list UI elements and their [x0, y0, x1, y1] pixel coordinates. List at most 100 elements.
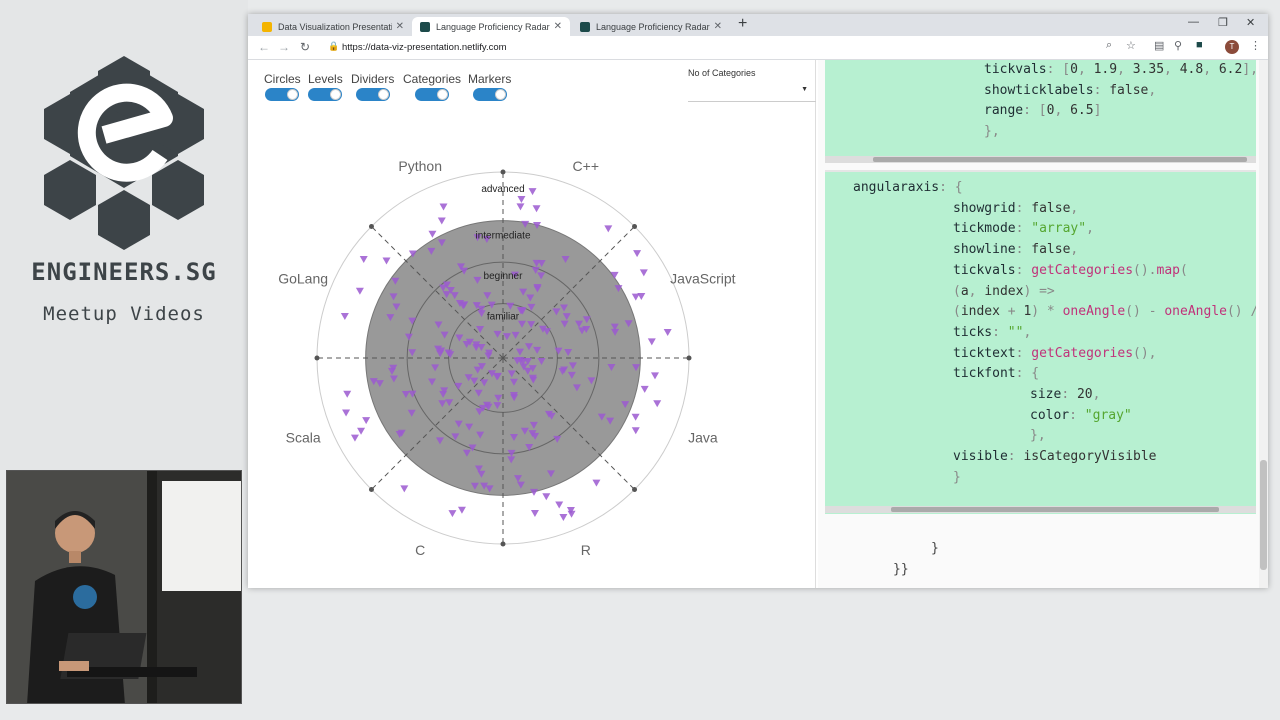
horizontal-scrollbar[interactable]: [825, 506, 1256, 513]
toggle-label: Categories: [403, 72, 462, 86]
address-bar: ← → ↻ 🔒 https://data-viz-presentation.ne…: [248, 36, 1268, 60]
code-token: (: [953, 283, 961, 299]
divider-endpoint: [368, 223, 374, 229]
reload-icon[interactable]: ↻: [300, 40, 310, 54]
code-token: ,: [1164, 62, 1180, 77]
tab-language-radar-active[interactable]: Language Proficiency Radar ✕: [412, 17, 570, 36]
code-line: },: [984, 122, 1000, 142]
level-label: intermediate: [475, 231, 530, 242]
close-window-icon[interactable]: ✕: [1246, 16, 1255, 29]
code-token: "": [1007, 324, 1024, 340]
close-tab-icon[interactable]: ✕: [554, 21, 562, 32]
code-token: 6.2: [1218, 62, 1243, 77]
code-token: visible: [953, 449, 1008, 465]
code-token: ,: [1070, 242, 1079, 258]
code-token: showgrid: [953, 200, 1016, 216]
code-token: color: [1030, 407, 1070, 423]
category-label: Scala: [286, 430, 321, 446]
code-line: tickvals: getCategories().map(: [953, 261, 1188, 281]
code-token: 1.9: [1093, 62, 1118, 77]
code-token: tickvals: [953, 262, 1016, 278]
code-line: }: [953, 468, 961, 488]
toggle-levels[interactable]: Levels: [308, 72, 343, 101]
bookmark-star-icon[interactable]: ☆: [1126, 39, 1136, 52]
code-token: 3.35: [1132, 62, 1165, 77]
code-token: ticks: [953, 324, 993, 340]
code-token: ,: [1070, 200, 1079, 216]
code-token: a: [960, 283, 969, 299]
code-token: 0: [1070, 62, 1078, 77]
code-token: angularaxis: [853, 180, 940, 195]
code-block-radialaxis: tickvals: [0, 1.9, 3.35, 4.8, 6.2],showt…: [825, 60, 1256, 158]
code-token: size: [1030, 387, 1062, 402]
level-label: advanced: [481, 184, 524, 195]
code-token: "gray": [1084, 407, 1132, 423]
new-tab-icon[interactable]: +: [738, 15, 747, 33]
vertical-scrollbar[interactable]: [1259, 60, 1268, 588]
code-token: ,: [1117, 62, 1133, 77]
engineers-sg-branding: ENGINEERS.SG Meetup Videos: [0, 0, 248, 470]
dropdown-arrow-icon: ▼: [801, 86, 808, 93]
code-token: ,: [1148, 82, 1157, 98]
toggle-markers[interactable]: Markers: [468, 72, 511, 101]
category-label: C++: [573, 158, 599, 174]
radar-chart[interactable]: advanced intermediate beginner familiar C++ J…: [248, 140, 816, 588]
tab-data-visualization[interactable]: Data Visualization Presentation ✕: [254, 17, 412, 36]
code-line: range: [0, 6.5]: [984, 101, 1101, 121]
toggle-switch[interactable]: [355, 88, 390, 101]
horizontal-scrollbar[interactable]: [825, 156, 1256, 163]
code-token: }: [953, 469, 961, 485]
lock-icon: 🔒: [328, 41, 340, 51]
extension-icon[interactable]: ■: [1196, 39, 1203, 51]
code-token: :: [1015, 242, 1032, 258]
code-token: ().: [1133, 262, 1157, 278]
code-token: :: [1015, 221, 1032, 237]
categories-count-select[interactable]: ▼: [688, 80, 816, 102]
code-token: },: [984, 124, 1000, 140]
avatar[interactable]: T: [1225, 40, 1239, 54]
divider-endpoint: [500, 169, 506, 175]
toggle-switch[interactable]: [472, 88, 507, 101]
close-tab-icon[interactable]: ✕: [714, 21, 722, 32]
toggle-dividers[interactable]: Dividers: [351, 72, 394, 101]
url-text[interactable]: https://data-viz-presentation.netlify.co…: [342, 42, 507, 53]
code-line: showline: false,: [953, 240, 1078, 260]
category-label: C: [415, 542, 425, 558]
code-token: :: [1069, 407, 1085, 423]
code-token: ,: [1086, 221, 1094, 237]
code-token: ticktext: [953, 345, 1016, 361]
tab-language-radar[interactable]: Language Proficiency Radar ✕: [572, 17, 730, 36]
menu-icon[interactable]: ⋮: [1250, 39, 1261, 52]
close-tab-icon[interactable]: ✕: [396, 21, 404, 32]
code-token: (: [1180, 262, 1188, 278]
extension-icon[interactable]: ⚲: [1174, 39, 1182, 52]
code-token: () /: [1226, 304, 1256, 320]
brand-name: ENGINEERS.SG: [31, 258, 217, 286]
toggle-switch[interactable]: [308, 88, 343, 101]
toggle-switch[interactable]: [265, 88, 300, 101]
code-token: ]: [1093, 103, 1102, 119]
code-token: },: [1030, 428, 1046, 444]
minimize-icon[interactable]: —: [1188, 16, 1199, 28]
search-icon[interactable]: ⌕: [1106, 39, 1112, 52]
toggle-label: Levels: [308, 72, 343, 86]
toggle-categories[interactable]: Categories: [403, 72, 461, 101]
code-line: showticklabels: false,: [984, 81, 1156, 101]
back-icon[interactable]: ←: [258, 40, 270, 54]
code-token: tickfont: [953, 366, 1016, 382]
extension-icon[interactable]: ▤: [1154, 39, 1164, 52]
tab-strip: Data Visualization Presentation ✕ Langua…: [248, 14, 1268, 36]
toggle-switch[interactable]: [415, 88, 450, 101]
code-token: ) *: [1031, 304, 1063, 320]
maximize-icon[interactable]: ❐: [1218, 16, 1228, 29]
code-line: color: "gray": [1030, 406, 1132, 426]
code-token: ,: [1092, 387, 1101, 402]
code-token: () -: [1125, 304, 1165, 320]
toggle-circles[interactable]: Circles: [264, 72, 301, 101]
radar-panel: Circles Levels Dividers Categories Marke…: [248, 60, 816, 588]
category-label: GoLang: [278, 270, 328, 286]
code-line: }: [931, 541, 939, 556]
forward-icon[interactable]: →: [278, 40, 290, 54]
toggle-label: Markers: [468, 72, 512, 86]
code-token: isCategoryVisible: [1023, 449, 1157, 465]
